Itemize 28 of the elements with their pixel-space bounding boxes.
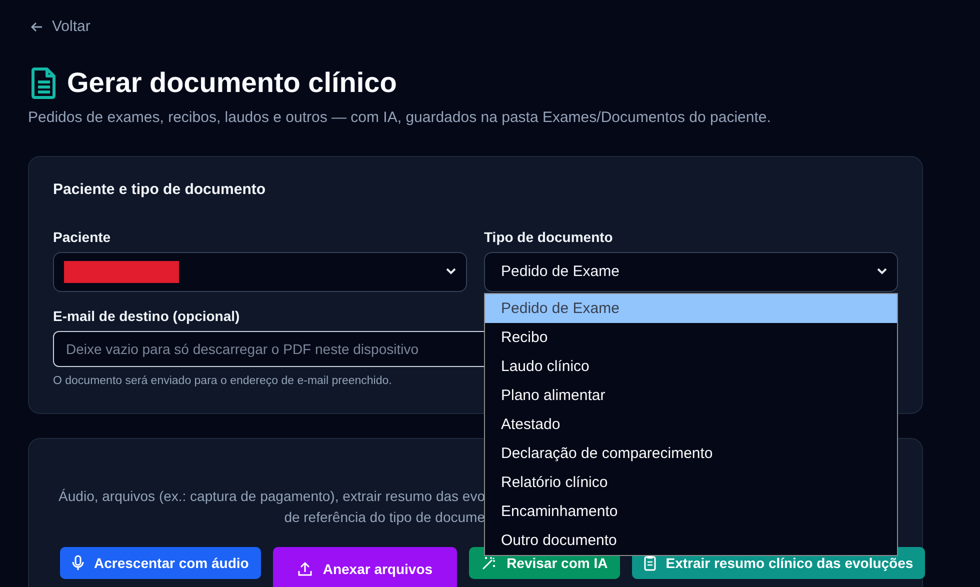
patient-select[interactable] <box>53 252 467 292</box>
dropdown-option[interactable]: Pedido de Exame <box>485 294 897 322</box>
dropdown-option[interactable]: Declaração de comparecimento <box>485 438 897 468</box>
chevron-down-icon <box>446 268 456 275</box>
field-label: Paciente <box>53 228 111 244</box>
field-label: Tipo de documento <box>484 228 613 244</box>
clipboard-icon <box>644 554 656 570</box>
dropdown-option[interactable]: Encaminhamento <box>485 496 897 526</box>
dropdown-option[interactable]: Relatório clínico <box>485 468 897 496</box>
back-arrow-icon <box>30 20 44 34</box>
document-icon <box>31 66 57 98</box>
field-label: E-mail de destino (opcional) <box>53 308 240 324</box>
back-link[interactable]: Voltar <box>30 18 90 35</box>
page-title: Gerar documento clínico <box>67 66 397 98</box>
microphone-icon <box>72 554 84 570</box>
attach-button[interactable]: Anexar arquivos <box>272 546 457 587</box>
field-hint: O documento será enviado para o endereço de e-mail preenchido. <box>53 374 392 386</box>
section-heading: Paciente e tipo de documento <box>53 180 267 198</box>
description-text: Áudio, arquivos (ex.: captura de pagamento), extrair resumo das evo <box>58 488 485 504</box>
chevron-down-icon <box>877 268 887 275</box>
description-text: de referência do tipo de docume <box>284 508 485 524</box>
magic-wand-icon <box>480 554 497 570</box>
upload-icon <box>296 560 313 576</box>
page-subtitle: Pedidos de exames, recibos, laudos e outros — com IA, guardados na pasta Exames/Documentos do paciente. <box>28 108 772 126</box>
dropdown-option[interactable]: Plano alimentar <box>485 380 897 410</box>
audio-button[interactable]: Acrescentar com áudio <box>60 546 261 578</box>
document-type-select[interactable]: Pedido de Exame <box>484 252 898 292</box>
dropdown-option[interactable]: Atestado <box>485 410 897 438</box>
